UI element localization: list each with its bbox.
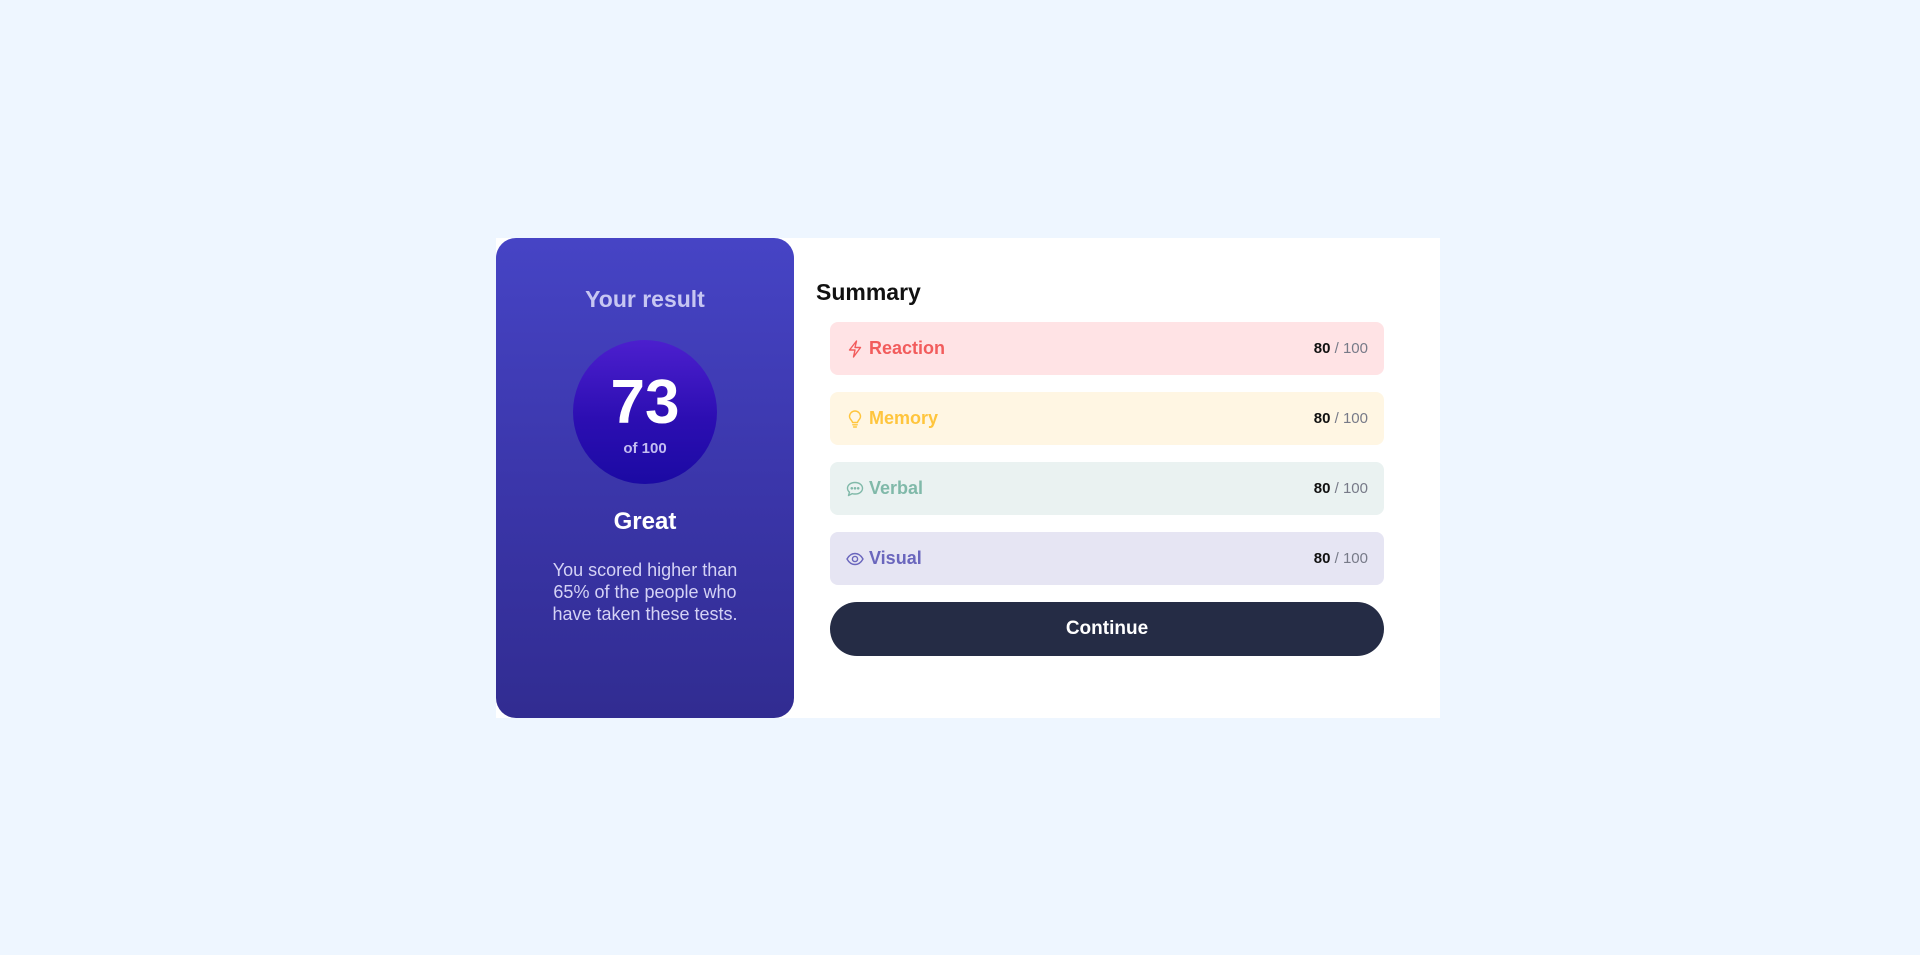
score-max: / 100 xyxy=(1334,340,1368,357)
summary-row-label: Memory xyxy=(869,408,939,428)
result-description: You scored higher than 65% of the people… xyxy=(552,560,738,624)
summary-panel: Summary Reaction 80 / 100 Memory 80 / 10… xyxy=(794,238,1440,718)
score-got: 80 xyxy=(1313,340,1331,357)
score-got: 80 xyxy=(1313,480,1331,497)
summary-row-score: 80 / 100 xyxy=(1314,550,1368,567)
summary-row-score: 80 / 100 xyxy=(1314,410,1368,427)
score-got: 80 xyxy=(1313,410,1331,427)
score-got: 80 xyxy=(1313,550,1331,567)
summary-row-verbal: Verbal 80 / 100 xyxy=(830,462,1384,515)
continue-button[interactable]: Continue xyxy=(830,602,1384,656)
score-max: of 100 xyxy=(623,439,667,457)
score-max: / 100 xyxy=(1334,480,1368,497)
summary-row-label: Verbal xyxy=(869,478,924,498)
rating-label: Great xyxy=(613,508,677,535)
speech-bubble-icon xyxy=(846,480,864,498)
summary-title: Summary xyxy=(816,279,921,305)
results-summary-card: Your result 73 of 100 Great You scored h… xyxy=(496,238,1440,718)
lightbulb-icon xyxy=(846,409,864,428)
summary-row-label: Visual xyxy=(869,548,922,568)
result-panel: Your result 73 of 100 Great You scored h… xyxy=(496,238,794,718)
score-value: 73 xyxy=(610,367,680,437)
lightning-icon xyxy=(846,339,864,358)
summary-row-label: Reaction xyxy=(869,338,946,358)
summary-row-visual: Visual 80 / 100 xyxy=(830,532,1384,585)
score-max: / 100 xyxy=(1334,410,1368,427)
summary-row-score: 80 / 100 xyxy=(1314,340,1368,357)
summary-row-reaction: Reaction 80 / 100 xyxy=(830,322,1384,375)
score-max: / 100 xyxy=(1334,550,1368,567)
eye-icon xyxy=(846,550,864,568)
score-circle: 73 of 100 xyxy=(573,340,717,484)
summary-row-score: 80 / 100 xyxy=(1314,480,1368,497)
result-title: Your result xyxy=(585,286,705,312)
summary-row-memory: Memory 80 / 100 xyxy=(830,392,1384,445)
